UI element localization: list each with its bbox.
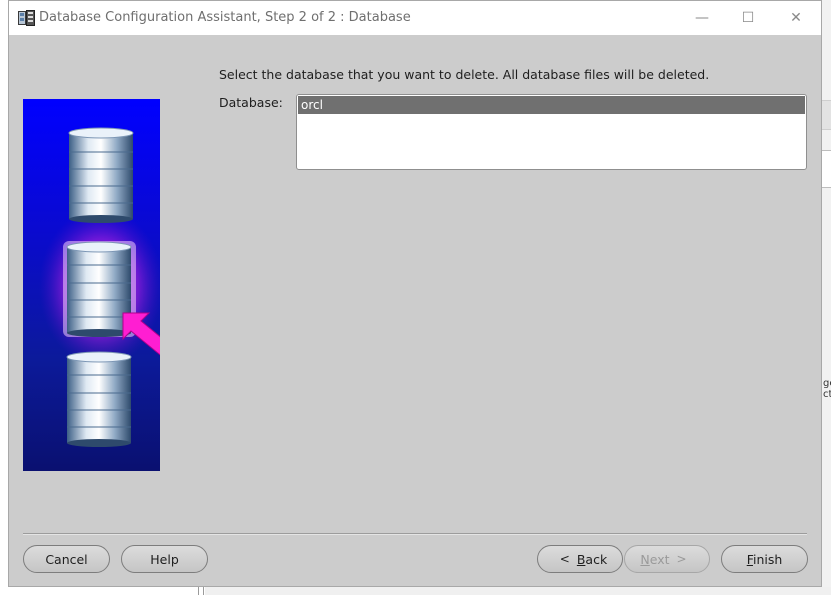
cancel-button[interactable]: Cancel xyxy=(23,545,110,573)
finish-button-label: Finish xyxy=(746,551,783,567)
database-illustration-icon xyxy=(23,99,160,471)
title-bar[interactable]: Database Configuration Assistant, Step 2… xyxy=(9,1,821,35)
background-text-fragment: ge ct xyxy=(823,378,831,400)
finish-button[interactable]: Finish xyxy=(721,545,808,573)
close-icon: ✕ xyxy=(790,10,802,26)
next-button-label: Next xyxy=(640,551,670,567)
background-window-bottom xyxy=(0,587,831,595)
database-list[interactable]: orcl xyxy=(296,94,807,170)
close-button[interactable]: ✕ xyxy=(773,1,819,35)
database-label: Database: xyxy=(219,95,283,110)
database-cylinder-bottom xyxy=(66,351,132,447)
dbca-dialog: Database Configuration Assistant, Step 2… xyxy=(8,0,822,587)
background-strip xyxy=(822,100,831,130)
maximize-button[interactable]: ☐ xyxy=(725,1,771,35)
database-app-icon xyxy=(18,10,35,26)
database-list-item[interactable]: orcl xyxy=(298,96,805,114)
back-button[interactable]: < Back xyxy=(537,545,623,573)
background-splitter xyxy=(198,587,204,595)
maximize-icon: ☐ xyxy=(741,10,755,26)
minimize-icon: — xyxy=(695,10,709,26)
background-window-edge: ge ct xyxy=(822,0,831,595)
database-cylinder-top xyxy=(68,127,134,223)
help-button[interactable]: Help xyxy=(121,545,208,573)
background-field xyxy=(822,150,831,188)
background-panel xyxy=(205,587,831,595)
back-arrow-icon: < xyxy=(559,552,570,566)
window-title: Database Configuration Assistant, Step 2… xyxy=(39,10,411,25)
back-button-label: Back xyxy=(576,551,608,567)
next-arrow-icon: > xyxy=(676,552,687,566)
next-button[interactable]: Next > xyxy=(624,545,710,573)
instruction-text: Select the database that you want to del… xyxy=(219,67,710,82)
minimize-button[interactable]: — xyxy=(679,1,725,35)
footer-separator xyxy=(23,533,807,535)
